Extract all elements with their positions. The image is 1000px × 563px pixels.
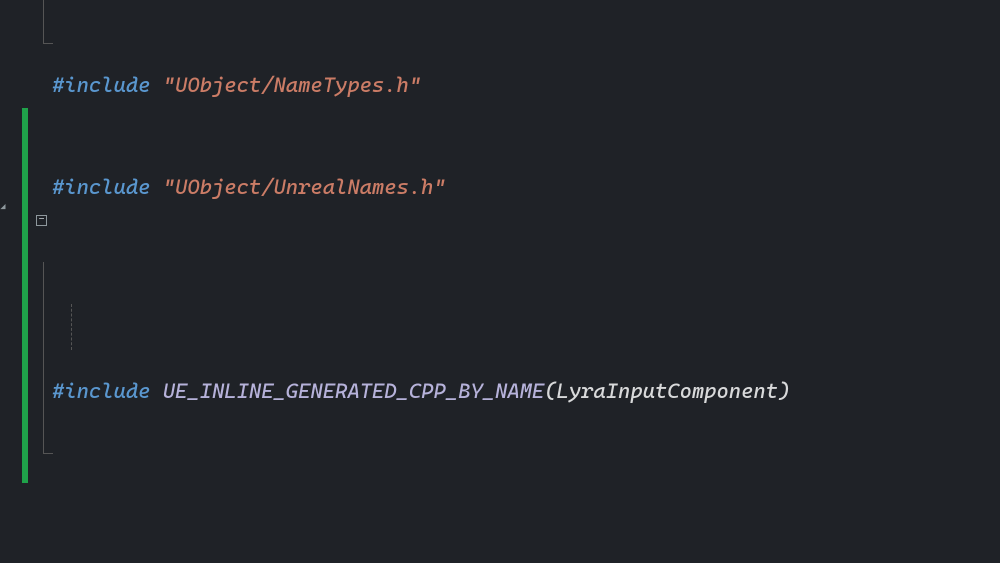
diff-added-bar[interactable] <box>22 108 28 483</box>
code-line[interactable] <box>52 272 790 306</box>
whitespace <box>150 175 162 199</box>
whitespace <box>150 379 162 403</box>
code-editor[interactable]: ◢ - #include "UObject/NameTypes.h" #incl… <box>0 0 1000 563</box>
whitespace <box>150 73 162 97</box>
code-line[interactable] <box>52 476 790 510</box>
string-literal: "UObject/UnrealNames.h" <box>163 175 446 199</box>
code-line[interactable]: #include UE_INLINE_GENERATED_CPP_BY_NAME… <box>52 374 790 408</box>
code-line[interactable]: #include "UObject/NameTypes.h" <box>52 68 790 102</box>
fold-toggle[interactable]: - <box>36 215 47 226</box>
code-line[interactable]: #include "UObject/UnrealNames.h" <box>52 170 790 204</box>
macro: UE_INLINE_GENERATED_CPP_BY_NAME <box>163 379 544 403</box>
code-content[interactable]: #include "UObject/NameTypes.h" #include … <box>52 0 790 563</box>
punct: ( <box>544 379 556 403</box>
string-literal: "UObject/NameTypes.h" <box>163 73 421 97</box>
breakpoint-glyph[interactable]: ◢ <box>0 202 8 210</box>
punct: ) <box>778 379 790 403</box>
preproc-directive: #include <box>52 175 150 199</box>
editor-gutter: ◢ - <box>0 0 46 563</box>
fold-guide-line <box>43 0 44 44</box>
preproc-directive: #include <box>52 73 150 97</box>
fold-guide-line <box>43 262 44 454</box>
preproc-directive: #include <box>52 379 150 403</box>
identifier: LyraInputComponent <box>557 379 778 403</box>
